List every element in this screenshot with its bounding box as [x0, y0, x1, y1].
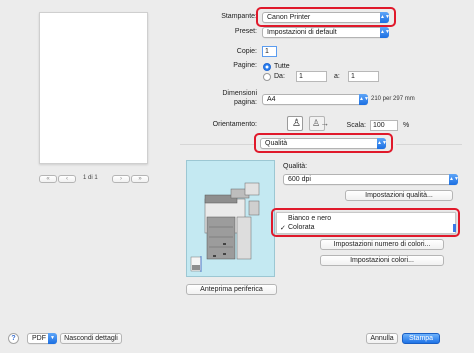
page-preview	[39, 12, 148, 164]
checkmark-icon: ✓	[280, 225, 286, 232]
section-separator-left	[180, 144, 254, 145]
landscape-person-icon: ♙→	[312, 118, 330, 128]
section-value: Qualità	[265, 140, 288, 147]
pages-all-radio[interactable]	[263, 63, 271, 71]
pages-all-label: Tutte	[274, 63, 290, 70]
portrait-person-icon: ♙	[292, 118, 301, 129]
device-preview-button[interactable]: Anteprima periferica	[186, 284, 277, 295]
dpi-value: 600 dpi	[288, 176, 311, 183]
paper-size-select[interactable]: A4 ▲▼	[262, 94, 369, 105]
popup-arrows-icon: ▲▼	[377, 138, 387, 149]
quality-settings-button[interactable]: Impostazioni qualità...	[345, 190, 453, 201]
popup-arrows-icon: ▲▼	[380, 27, 390, 38]
pages-to-field[interactable]: 1	[348, 71, 379, 82]
help-button[interactable]: ?	[8, 333, 19, 344]
cancel-button[interactable]: Annulla	[366, 333, 398, 344]
popup-arrows-icon: ▲▼	[449, 174, 459, 185]
page-indicator: 1 di 1	[83, 175, 98, 181]
scale-unit: %	[403, 122, 410, 129]
popup-arrows-icon: ▲▼	[380, 12, 390, 23]
pages-label: Pagine:	[233, 62, 257, 69]
printer-label: Stampante:	[221, 13, 257, 20]
paper-size-label-line2: pagina:	[234, 99, 257, 106]
preview-nav-forward: › »	[112, 175, 149, 183]
dpi-select[interactable]: 600 dpi ▲▼	[283, 174, 459, 185]
paper-size-label-line1: Dimensioni	[222, 90, 257, 97]
orientation-label: Orientamento:	[212, 121, 257, 128]
last-page-button[interactable]: »	[131, 175, 149, 183]
copies-label: Copie:	[236, 48, 257, 55]
pages-from-label: Da:	[274, 73, 285, 80]
next-page-button[interactable]: ›	[112, 175, 130, 183]
hide-details-button[interactable]: Nascondi dettagli	[60, 333, 122, 344]
color-count-settings-button[interactable]: Impostazioni numero di colori...	[320, 239, 444, 250]
device-preview	[186, 160, 275, 277]
pages-to-label: a:	[334, 73, 340, 80]
section-separator-right	[396, 144, 462, 145]
first-page-button[interactable]: «	[39, 175, 57, 183]
dropdown-arrow-icon: ▼	[48, 333, 57, 344]
pdf-menu[interactable]: PDF ▼	[27, 333, 57, 344]
paper-dimensions: 210 per 297 mm	[371, 96, 415, 102]
popup-arrows-icon: ▲▼	[359, 94, 369, 105]
quality-label: Qualità:	[283, 163, 308, 170]
preset-value: Impostazioni di default	[267, 29, 337, 36]
color-settings-button[interactable]: Impostazioni colori...	[320, 255, 444, 266]
paper-size-value: A4	[267, 96, 276, 103]
print-button[interactable]: Stampa	[402, 333, 440, 344]
scale-field[interactable]: 100	[370, 120, 398, 131]
portrait-button[interactable]: ♙	[287, 116, 303, 131]
paper-size-label: Dimensioni pagina:	[222, 89, 257, 107]
printer-select[interactable]: Canon Printer ▲▼	[262, 12, 390, 23]
preview-nav-back: « ‹	[39, 175, 76, 183]
color-mode-menu: Bianco e nero ✓ Colorata	[276, 212, 456, 234]
menu-item-black-white[interactable]: Bianco e nero	[288, 215, 448, 222]
printer-value: Canon Printer	[267, 14, 311, 21]
pages-range-radio[interactable]	[263, 73, 271, 81]
section-select[interactable]: Qualità ▲▼	[260, 138, 387, 149]
preset-select[interactable]: Impostazioni di default ▲▼	[262, 27, 390, 38]
previous-page-button[interactable]: ‹	[58, 175, 76, 183]
preset-label: Preset:	[234, 28, 257, 35]
printer-device-icon	[190, 182, 260, 272]
menu-scroll-indicator	[453, 224, 456, 232]
pdf-label: PDF	[32, 335, 46, 342]
pages-from-field[interactable]: 1	[296, 71, 327, 82]
scale-label: Scala:	[346, 122, 366, 129]
landscape-button[interactable]: ♙→	[309, 116, 329, 131]
copies-field[interactable]: 1	[262, 46, 277, 57]
menu-item-color[interactable]: Colorata	[288, 224, 448, 231]
